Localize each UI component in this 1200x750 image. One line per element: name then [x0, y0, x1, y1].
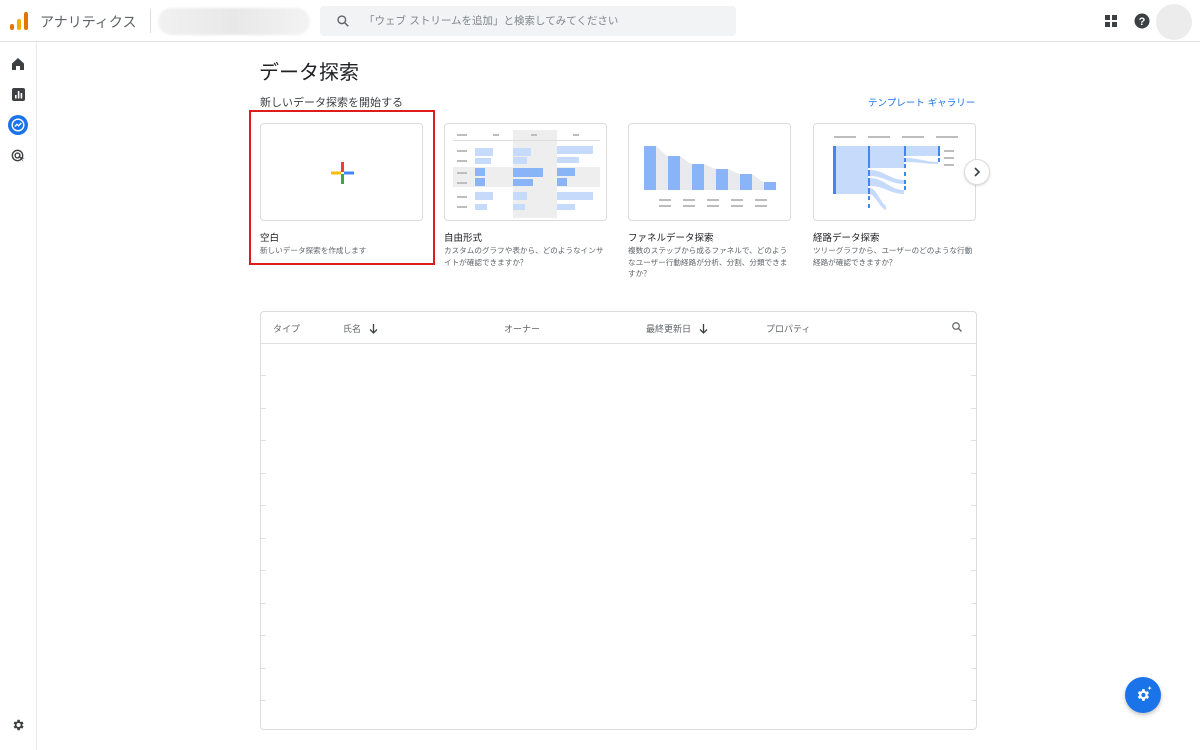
column-type[interactable]: タイプ [273, 322, 300, 335]
row-divider [971, 668, 976, 669]
template-card-freeform[interactable] [444, 123, 607, 221]
nav-reports[interactable] [8, 84, 28, 104]
path-tree-icon [833, 136, 958, 210]
nav-advertising[interactable] [8, 146, 28, 166]
row-divider [261, 603, 266, 604]
app-title: アナリティクス [40, 15, 137, 31]
row-divider [971, 375, 976, 376]
bar-chart-icon [11, 87, 25, 101]
template-desc-freeform: カスタムのグラフや表から、どのようなインサイトが確認できますか？ [444, 246, 604, 267]
template-gallery-link[interactable]: テンプレート ギャラリー [868, 95, 975, 109]
analytics-logo[interactable] [10, 12, 28, 30]
arrow-down-icon [699, 323, 708, 334]
template-desc-funnel: 複数のステップから成るファネルで、どのようなユーザー行動経路が分析、分割、分類で… [628, 246, 788, 278]
row-divider [971, 440, 976, 441]
column-property[interactable]: プロパティ [766, 322, 810, 335]
row-divider [971, 538, 976, 539]
nav-explore[interactable] [8, 115, 28, 135]
row-divider [971, 408, 976, 409]
column-property-label: プロパティ [766, 325, 811, 335]
row-divider [261, 668, 266, 669]
row-divider [261, 505, 266, 506]
row-divider [971, 473, 976, 474]
search-bar[interactable]: 「ウェブ ストリームを追加」と検索してみてください [320, 6, 736, 36]
help-icon[interactable]: ? [1134, 13, 1150, 29]
row-divider [261, 538, 266, 539]
avatar[interactable] [1156, 4, 1192, 40]
chevron-right-icon [974, 167, 981, 177]
account-selector[interactable] [158, 8, 310, 35]
advertising-icon [11, 149, 25, 162]
template-card-funnel[interactable] [628, 123, 791, 221]
table-header: タイプ 氏名 オーナー 最終更新日 プロパティ [261, 312, 976, 344]
home-icon [12, 58, 24, 70]
template-title-path: 経路データ探索 [813, 233, 880, 244]
row-divider [261, 408, 266, 409]
explorations-table: タイプ 氏名 オーナー 最終更新日 プロパティ [260, 311, 977, 730]
row-divider [971, 635, 976, 636]
column-last-updated[interactable]: 最終更新日 [646, 322, 708, 335]
search-input[interactable]: 「ウェブ ストリームを追加」と検索してみてください [364, 13, 618, 28]
insights-fab[interactable] [1125, 677, 1161, 713]
row-divider [261, 570, 266, 571]
column-type-label: タイプ [273, 325, 301, 335]
top-bar: アナリティクス 「ウェブ ストリームを追加」と検索してみてください ? [0, 0, 1200, 42]
nav-admin[interactable] [8, 715, 28, 735]
template-card-path[interactable] [813, 123, 976, 221]
section-label: 新しいデータ探索を開始する [260, 96, 403, 109]
column-name[interactable]: 氏名 [343, 322, 378, 335]
selection-highlight [249, 110, 435, 265]
arrow-down-icon [369, 323, 378, 334]
explore-icon [11, 118, 25, 132]
column-updated-label: 最終更新日 [646, 325, 692, 335]
title-divider [150, 9, 151, 33]
column-name-label: 氏名 [343, 325, 362, 335]
row-divider [971, 505, 976, 506]
row-divider [971, 700, 976, 701]
svg-text:?: ? [1139, 16, 1146, 28]
nav-home[interactable] [8, 54, 28, 74]
gear-icon [13, 719, 24, 731]
column-owner-label: オーナー [504, 325, 541, 335]
search-icon [337, 15, 349, 27]
row-divider [261, 635, 266, 636]
row-divider [261, 375, 266, 376]
insights-gear-sparkle-icon [1137, 685, 1152, 701]
row-divider [261, 473, 266, 474]
row-divider [971, 570, 976, 571]
table-search-icon[interactable] [951, 321, 963, 333]
funnel-chart-icon [644, 146, 776, 207]
template-title-freeform: 自由形式 [444, 233, 483, 244]
template-title-funnel: ファネルデータ探索 [628, 233, 714, 244]
row-divider [261, 700, 266, 701]
template-desc-path: ツリーグラフから、ユーザーのどのような行動経路が確認できますか？ [813, 246, 973, 267]
carousel-next-button[interactable] [964, 159, 990, 185]
apps-grid-icon[interactable] [1104, 14, 1118, 28]
left-nav-rail [0, 42, 37, 750]
row-divider [971, 603, 976, 604]
table-preview-icon [453, 130, 600, 218]
page-title: データ探索 [259, 60, 359, 84]
row-divider [261, 440, 266, 441]
column-owner[interactable]: オーナー [504, 322, 540, 335]
